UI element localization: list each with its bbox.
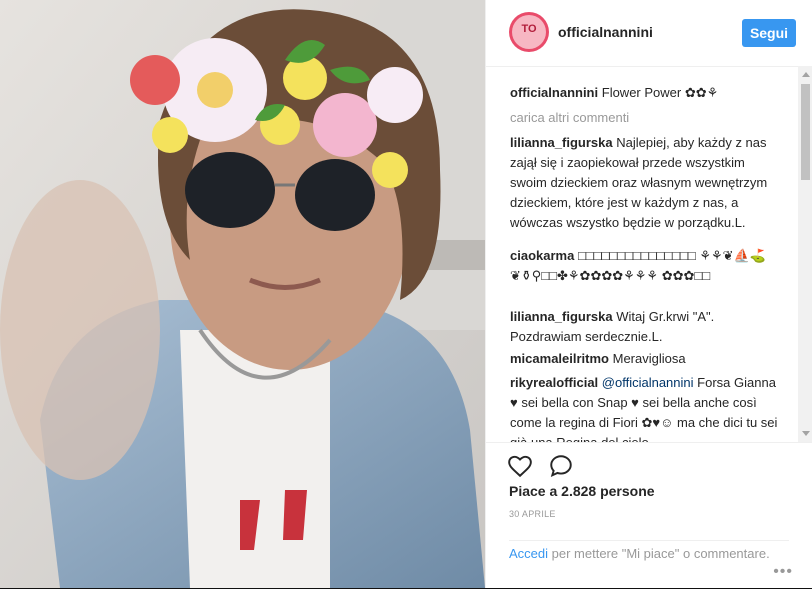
avatar[interactable]: TO [509,12,549,52]
load-more-comments[interactable]: carica altri commenti [510,110,629,125]
comment-mention[interactable]: @officialnannini [602,375,694,390]
caption-text: Flower Power ✿✿⚘ [601,85,719,100]
comment-item: micamaleilritmo Meravigliosa [510,349,780,369]
follow-button[interactable]: Segui [742,19,796,47]
caption: officialnannini Flower Power ✿✿⚘ [510,83,780,103]
comment-item: rikyrealofficial @officialnannini Forsa … [510,373,780,442]
comment-icon[interactable] [548,453,574,479]
scroll-down-arrow-icon[interactable] [802,431,810,436]
comment-username[interactable]: rikyrealofficial [510,375,598,390]
comment-item: lilianna_figurska Witaj Gr.krwi "A". Poz… [510,307,780,347]
caption-username[interactable]: officialnannini [510,85,598,100]
comment-username[interactable]: lilianna_figurska [510,309,613,324]
photo-image [0,0,485,588]
post-photo[interactable] [0,0,485,588]
login-prompt: Accedi per mettere "Mi piace" o commenta… [509,540,789,563]
more-options-icon[interactable]: ••• [773,563,793,581]
scroll-up-arrow-icon[interactable] [802,72,810,77]
post-actions: Piace a 2.828 persone 30 APRILE Accedi p… [486,442,812,589]
post-header: TO officialnannini Segui [486,0,812,67]
avatar-logo: TO [521,23,537,35]
comment-text: Meravigliosa [612,351,686,366]
post-sidebar: TO officialnannini Segui officialnannini… [485,0,812,588]
login-text: per mettere "Mi piace" o commentare. [548,546,770,561]
login-link[interactable]: Accedi [509,546,548,561]
comment-list[interactable]: officialnannini Flower Power ✿✿⚘ carica … [486,66,798,442]
scrollbar-thumb[interactable] [801,84,810,180]
likes-count[interactable]: Piace a 2.828 persone [509,483,655,499]
comment-username[interactable]: micamaleilritmo [510,351,609,366]
instagram-post: TO officialnannini Segui officialnannini… [0,0,812,588]
header-username[interactable]: officialnannini [558,24,653,40]
comment-item: ciaokarma □□□□□□□□□□□□□□□ ⚘⚘❦⛵⛳❦⚱⚲□□✤⚘✿✿… [510,246,780,286]
comment-username[interactable]: ciaokarma [510,248,574,263]
post-date: 30 APRILE [509,509,556,519]
comment-item: lilianna_figurska Najlepiej, aby każdy z… [510,133,780,233]
comments-scrollbar[interactable] [798,66,812,442]
heart-icon[interactable] [507,453,533,479]
comment-username[interactable]: lilianna_figurska [510,135,613,150]
